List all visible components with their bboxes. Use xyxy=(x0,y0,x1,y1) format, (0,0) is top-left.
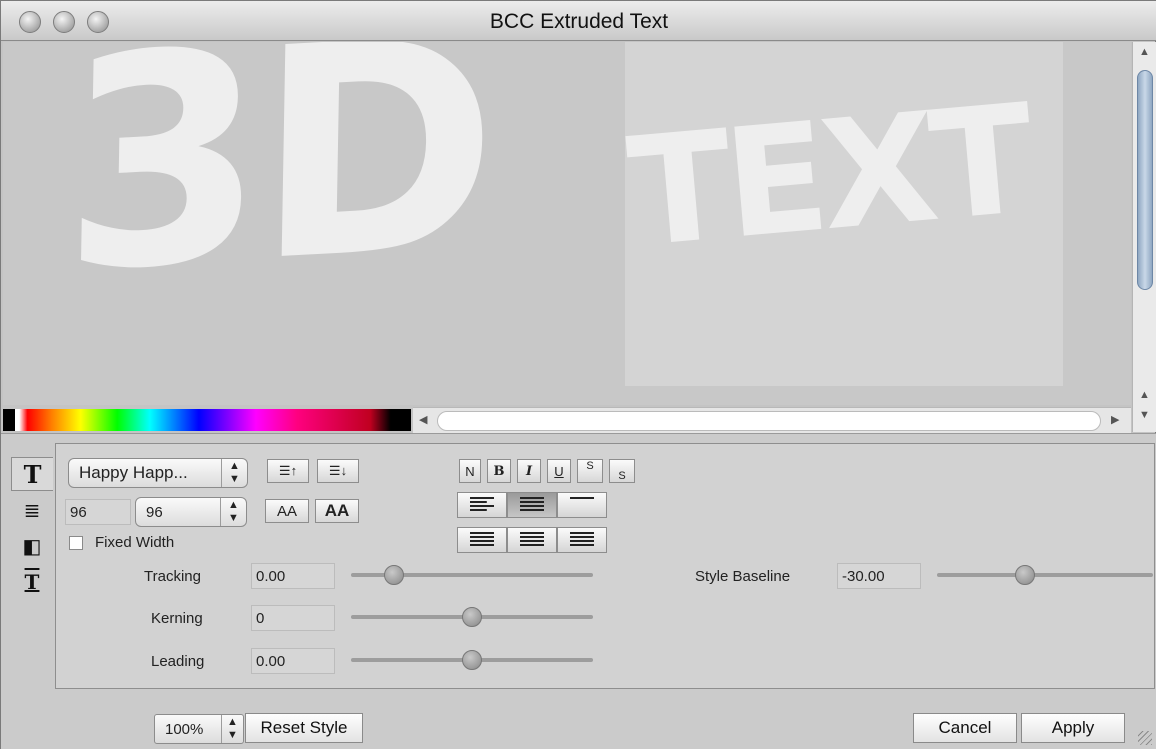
align-left-button[interactable] xyxy=(457,492,507,518)
horizontal-scrollbar[interactable]: ◀ ▶ xyxy=(413,407,1131,433)
style-baseline-slider[interactable] xyxy=(937,565,1153,585)
apply-button[interactable]: Apply xyxy=(1021,713,1125,743)
style-baseline-field[interactable]: -30.00 xyxy=(837,563,921,589)
align-right-icon xyxy=(570,497,594,513)
justify-left-button[interactable] xyxy=(457,527,507,553)
tracking-slider-knob[interactable] xyxy=(384,565,404,585)
fill-tab-icon[interactable]: ◧ xyxy=(11,529,53,563)
kerning-label: Kerning xyxy=(151,610,203,627)
text-preview[interactable]: 3D TEXT xyxy=(3,42,1131,405)
scroll-down-icon[interactable]: ▼ xyxy=(1139,410,1150,421)
scroll-left-icon[interactable]: ◀ xyxy=(419,415,427,426)
window-title: BCC Extruded Text xyxy=(489,10,669,33)
justify-right-button[interactable] xyxy=(557,527,607,553)
font-popup[interactable]: Happy Happ... ▲ ▼ xyxy=(68,458,248,488)
fixed-width-checkbox[interactable] xyxy=(69,536,83,550)
larger-caps-button[interactable]: AA xyxy=(315,499,359,523)
normal-style-button[interactable]: N xyxy=(459,459,481,483)
text-tab-icon[interactable]: T xyxy=(11,457,53,491)
side-tab-bar: T ≣ ◧ T xyxy=(9,447,55,607)
style-baseline-label: Style Baseline xyxy=(695,568,791,585)
superscript-button[interactable]: S xyxy=(577,459,603,483)
line-spacing-down-icon: ☰↓ xyxy=(328,463,348,478)
underline-style-button[interactable]: U xyxy=(547,459,571,483)
preview-text-line2: TEXT xyxy=(622,72,1035,282)
outline-text-tab-icon[interactable]: T xyxy=(11,565,53,599)
decrease-line-spacing-button[interactable]: ☰↓ xyxy=(317,459,359,483)
line-spacing-up-icon: ☰↑ xyxy=(278,463,298,478)
vertical-scroll-thumb[interactable] xyxy=(1137,70,1153,290)
popup-arrows-icon: ▲ ▼ xyxy=(221,459,247,487)
title-bar: BCC Extruded Text xyxy=(1,1,1156,41)
scroll-right-icon[interactable]: ▶ xyxy=(1111,415,1119,426)
style-baseline-slider-rail xyxy=(937,573,1153,577)
leading-slider[interactable] xyxy=(351,650,593,670)
paragraph-tab-icon[interactable]: ≣ xyxy=(11,493,53,527)
justify-center-button[interactable] xyxy=(507,527,557,553)
popup-arrows-icon: ▲ ▼ xyxy=(221,715,243,743)
justify-left-icon xyxy=(470,532,494,548)
resize-grip-icon[interactable] xyxy=(1138,731,1152,745)
leading-label: Leading xyxy=(151,653,205,670)
extruded-text-dialog: BCC Extruded Text 3D TEXT ▲ ▲ ▼ ◀ ▶ T ≣ … xyxy=(0,0,1156,749)
align-center-button[interactable] xyxy=(507,492,557,518)
zoom-value: 100% xyxy=(165,720,204,738)
align-center-icon xyxy=(520,497,544,513)
fixed-width-label: Fixed Width xyxy=(95,534,175,551)
font-size-popup[interactable]: 96 ▲ ▼ xyxy=(135,497,247,527)
tracking-slider[interactable] xyxy=(351,565,593,585)
tracking-field[interactable]: 0.00 xyxy=(251,563,335,589)
align-right-button[interactable] xyxy=(557,492,607,518)
justify-right-icon xyxy=(570,532,594,548)
popup-arrows-icon: ▲ ▼ xyxy=(220,498,246,526)
reset-style-button[interactable]: Reset Style xyxy=(245,713,363,743)
preview-text-line1: 3D xyxy=(60,42,493,337)
horizontal-scroll-track[interactable] xyxy=(437,411,1101,431)
smaller-caps-button[interactable]: AA xyxy=(265,499,309,523)
leading-slider-knob[interactable] xyxy=(462,650,482,670)
justify-center-icon xyxy=(520,532,544,548)
italic-style-button[interactable]: I xyxy=(517,459,541,483)
tracking-label: Tracking xyxy=(144,568,201,585)
font-size-popup-value: 96 xyxy=(146,503,163,521)
cancel-button[interactable]: Cancel xyxy=(913,713,1017,743)
vertical-scrollbar[interactable]: ▲ ▲ ▼ xyxy=(1132,42,1156,432)
align-left-icon xyxy=(470,497,494,513)
bold-style-button[interactable]: B xyxy=(487,459,511,483)
font-size-field[interactable]: 96 xyxy=(65,499,131,525)
style-baseline-slider-knob[interactable] xyxy=(1015,565,1035,585)
scroll-up-icon[interactable]: ▲ xyxy=(1139,47,1150,58)
font-name: Happy Happ... xyxy=(79,463,188,482)
increase-line-spacing-button[interactable]: ☰↑ xyxy=(267,459,309,483)
color-picker-strip[interactable] xyxy=(3,409,411,431)
kerning-slider-knob[interactable] xyxy=(462,607,482,627)
subscript-button[interactable]: S xyxy=(609,459,635,483)
scroll-up-icon[interactable]: ▲ xyxy=(1139,390,1150,401)
kerning-field[interactable]: 0 xyxy=(251,605,335,631)
zoom-popup[interactable]: 100% ▲ ▼ xyxy=(154,714,244,744)
kerning-slider[interactable] xyxy=(351,607,593,627)
leading-field[interactable]: 0.00 xyxy=(251,648,335,674)
